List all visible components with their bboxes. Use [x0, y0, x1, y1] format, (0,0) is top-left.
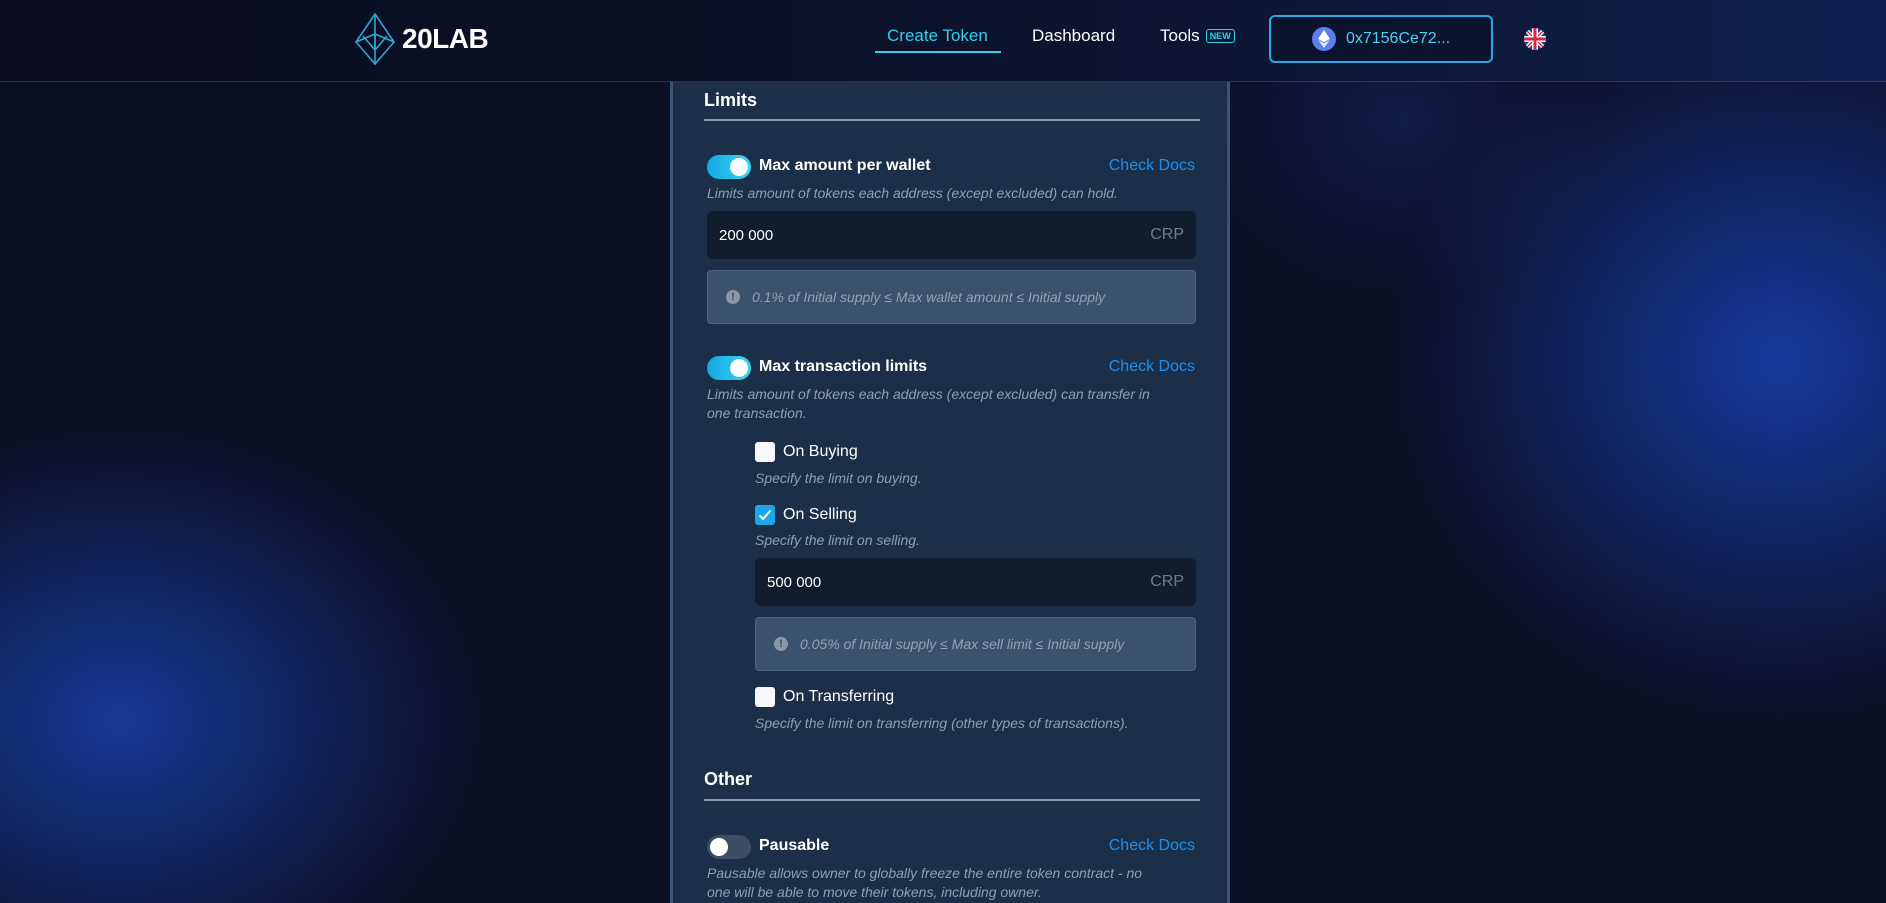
pausable-check-docs-link[interactable]: Check Docs [1109, 837, 1195, 855]
on-transferring-description: Specify the limit on transferring (other… [755, 715, 1129, 731]
max-wallet-info-note: ! 0.1% of Initial supply ≤ Max wallet am… [707, 270, 1196, 324]
on-selling-info-note: ! 0.05% of Initial supply ≤ Max sell lim… [755, 617, 1196, 671]
nav-dashboard[interactable]: Dashboard [1032, 26, 1115, 46]
max-wallet-note-text: 0.1% of Initial supply ≤ Max wallet amou… [752, 289, 1106, 305]
wallet-address: 0x7156Ce72... [1345, 30, 1451, 47]
on-selling-unit: CRP [1150, 573, 1184, 590]
on-selling-note-text: 0.05% of Initial supply ≤ Max sell limit… [800, 636, 1125, 652]
on-buying-label: On Buying [783, 443, 858, 460]
section-title-limits: Limits [704, 90, 758, 110]
ethereum-icon [1311, 27, 1336, 51]
pausable-description-line2: one will be able to move their tokens, i… [707, 884, 1042, 900]
max-wallet-label: Max amount per wallet [759, 157, 931, 174]
logo[interactable]: 20LAB [352, 12, 489, 66]
max-tx-label: Max transaction limits [759, 358, 928, 375]
on-selling-value: 500 000 [767, 573, 822, 591]
on-transferring-checkbox[interactable] [755, 687, 775, 707]
pausable-label: Pausable [759, 837, 830, 854]
wallet-button[interactable]: 0x7156Ce72... [1269, 15, 1493, 63]
on-buying-checkbox[interactable] [755, 442, 775, 462]
max-wallet-unit: CRP [1150, 226, 1184, 243]
pausable-description-line1: Pausable allows owner to globally freeze… [707, 865, 1143, 881]
token-settings-panel: Limits Max amount per wallet Check Docs … [670, 82, 1230, 903]
nav-create-token[interactable]: Create Token [887, 26, 988, 46]
ethereum-diamond-logo-icon [354, 12, 396, 66]
max-wallet-check-docs-link[interactable]: Check Docs [1109, 157, 1195, 175]
max-wallet-value: 200 000 [719, 226, 774, 244]
logo-text: 20LAB [402, 23, 489, 54]
top-navbar: 20LAB Create Token Dashboard Tools NEW 0… [0, 0, 1886, 82]
on-transferring-label: On Transferring [783, 688, 895, 705]
max-tx-description-line2: one transaction. [707, 405, 807, 421]
max-tx-description-line1: Limits amount of tokens each address (ex… [707, 386, 1150, 402]
active-nav-underline [875, 51, 1001, 53]
section-divider [704, 799, 1200, 801]
checkmark-icon [758, 509, 772, 521]
section-divider [704, 119, 1200, 121]
section-title-other: Other [704, 769, 753, 789]
on-selling-description: Specify the limit on selling. [755, 532, 920, 548]
uk-flag-icon[interactable] [1524, 28, 1546, 50]
max-tx-check-docs-link[interactable]: Check Docs [1109, 358, 1195, 376]
on-selling-checkbox[interactable] [755, 505, 775, 525]
nav-tools-label: Tools [1160, 26, 1200, 45]
on-selling-label: On Selling [783, 506, 857, 523]
max-wallet-toggle[interactable] [707, 155, 751, 179]
on-buying-description: Specify the limit on buying. [755, 470, 922, 486]
max-wallet-description: Limits amount of tokens each address (ex… [707, 185, 1118, 201]
max-wallet-input[interactable]: 200 000 CRP [707, 211, 1196, 259]
pausable-toggle[interactable] [707, 835, 751, 859]
on-selling-input[interactable]: 500 000 CRP [755, 558, 1196, 606]
max-tx-toggle[interactable] [707, 356, 751, 380]
info-exclamation-icon: ! [726, 290, 740, 304]
new-badge: NEW [1205, 29, 1235, 43]
nav-tools[interactable]: Tools NEW [1160, 26, 1235, 46]
info-exclamation-icon: ! [774, 637, 788, 651]
